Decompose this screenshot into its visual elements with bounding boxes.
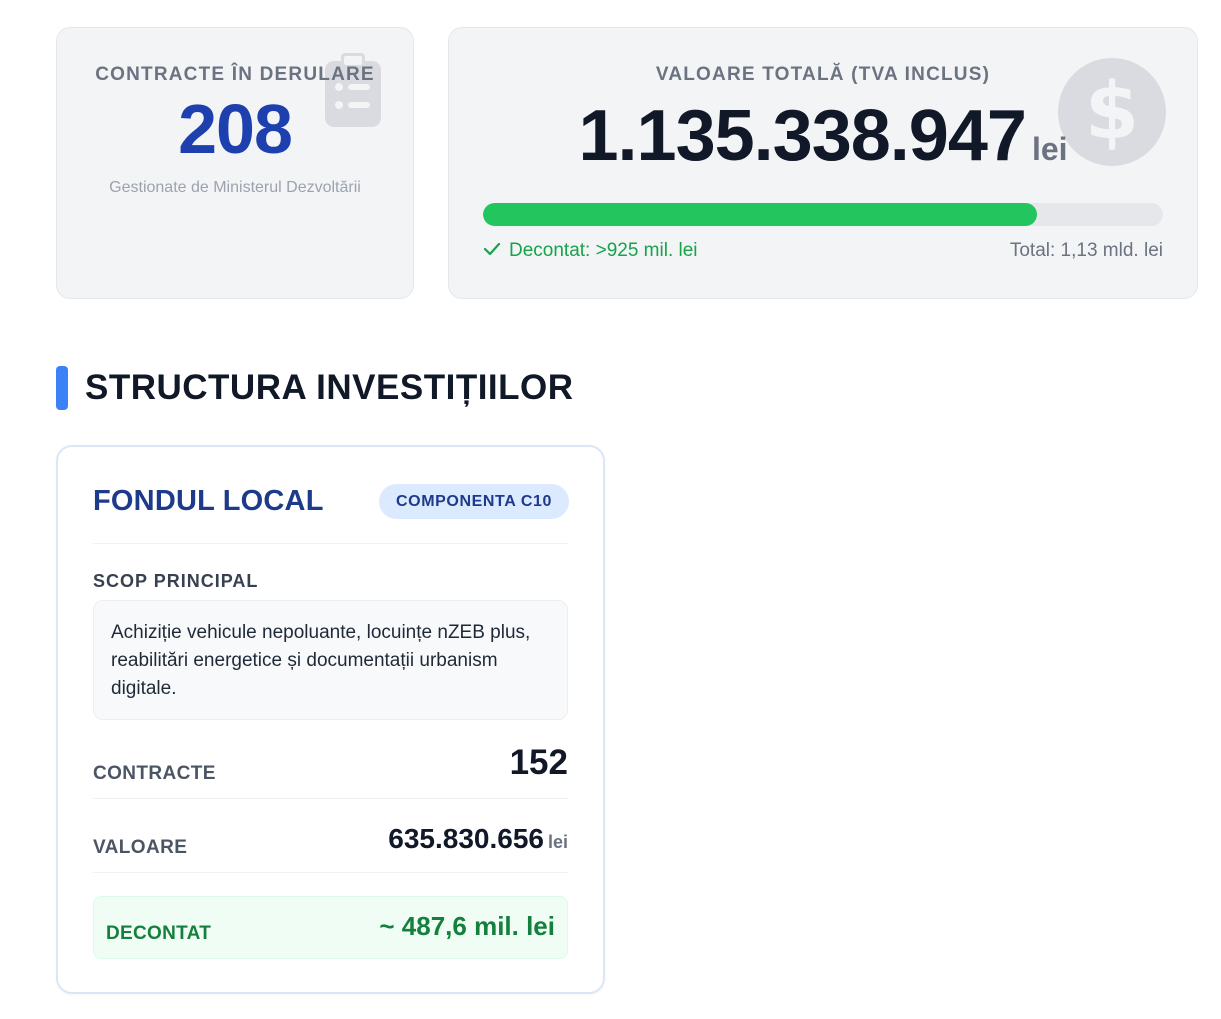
total-value-amount: 1.135.338.947 [578, 96, 1026, 176]
fund-title: FONDUL LOCAL [93, 485, 324, 517]
settlement-progress-bar [483, 203, 1163, 226]
total-value-card: $ VALOARE TOTALĂ (TVA INCLUS) 1.135.338.… [448, 27, 1198, 299]
total-note: Total: 1,13 mld. lei [1009, 240, 1163, 261]
settled-note: Decontat: >925 mil. lei [483, 240, 698, 262]
divider [93, 872, 568, 873]
divider [93, 798, 568, 799]
settled-value: ~ 487,6 mil. lei [379, 911, 555, 941]
value-label: VALOARE [93, 837, 188, 858]
divider [93, 543, 568, 544]
component-badge: COMPONENTA C10 [379, 484, 569, 519]
contracts-card-note: Gestionate de Ministerul Dezvoltării [109, 179, 361, 196]
total-value-amount-row: 1.135.338.947 lei [449, 100, 1197, 172]
settled-label: DECONTAT [106, 923, 212, 944]
check-icon [483, 240, 501, 262]
section-heading: STRUCTURA INVESTIȚIILOR [56, 366, 574, 410]
section-accent-bar [56, 366, 68, 410]
contracts-value: 152 [509, 743, 568, 782]
scope-text: Achiziție vehicule nepoluante, locuințe … [93, 600, 568, 720]
fund-card[interactable]: FONDUL LOCAL COMPONENTA C10 SCOP PRINCIP… [56, 445, 605, 994]
settled-box: DECONTAT ~ 487,6 mil. lei [93, 896, 568, 959]
contracts-label: CONTRACTE [93, 763, 216, 784]
settlement-progress-fill [483, 203, 1038, 226]
contracts-summary-card: CONTRACTE ÎN DERULARE 208 Gestionate de … [56, 27, 414, 299]
contracts-count: 208 [178, 90, 293, 168]
value-amount: 635.830.656 [388, 823, 544, 854]
section-title: STRUCTURA INVESTIȚIILOR [85, 368, 574, 407]
contracts-card-label: CONTRACTE ÎN DERULARE [95, 64, 375, 85]
settled-note-text: Decontat: >925 mil. lei [509, 240, 698, 261]
value-amount-row: 635.830.656 lei [388, 823, 568, 855]
total-value-unit: lei [1031, 131, 1068, 167]
scope-label: SCOP PRINCIPAL [93, 571, 259, 591]
total-value-label: VALOARE TOTALĂ (TVA INCLUS) [655, 64, 991, 85]
value-unit: lei [547, 832, 568, 852]
